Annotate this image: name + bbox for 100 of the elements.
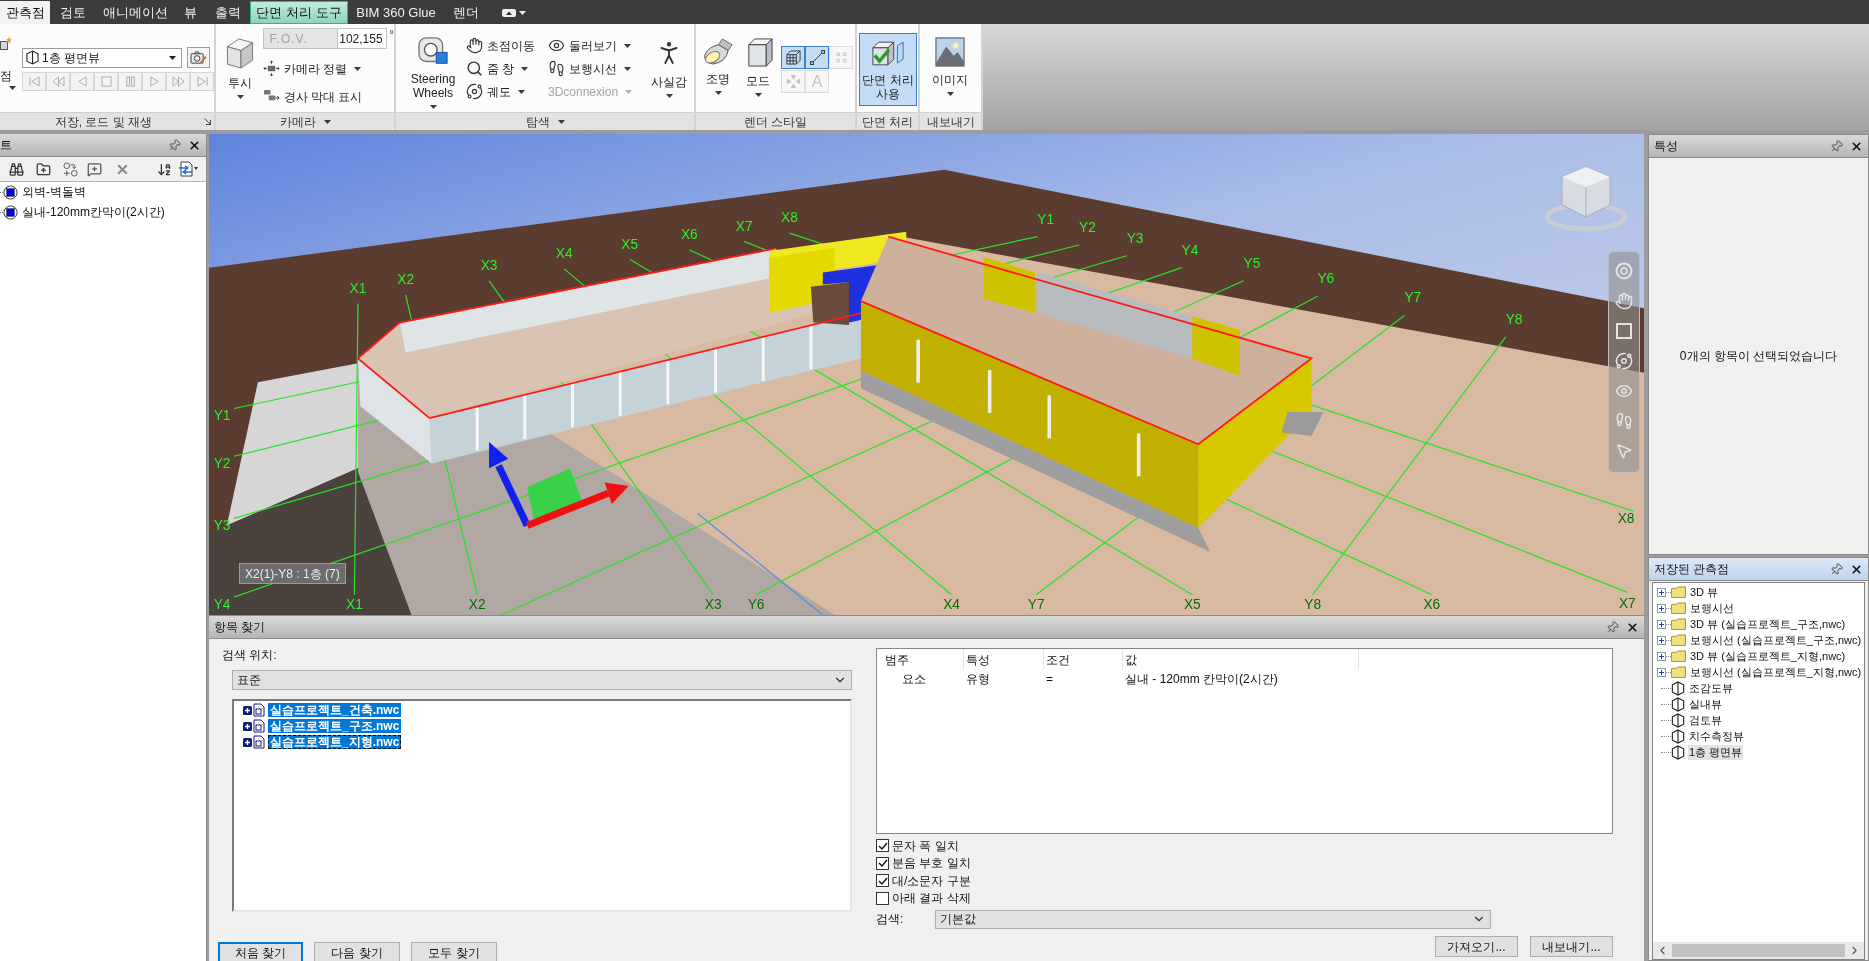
projection-button[interactable]: 투시 — [222, 26, 259, 110]
close-icon[interactable] — [1850, 562, 1863, 576]
search-dropdown[interactable]: 기본값 — [935, 909, 1491, 929]
scrollbar-thumb[interactable] — [1672, 944, 1845, 957]
viewpoint-dropdown[interactable]: 1층 평면뷰 — [22, 47, 182, 68]
viewpoint-label[interactable]: 치수측정뷰 — [1688, 728, 1745, 744]
find-first-button[interactable]: 처음 찾기 — [218, 942, 303, 961]
grid-label: X3 — [704, 597, 722, 613]
navigation-tool[interactable]: 둘러보기 — [548, 34, 642, 57]
close-icon[interactable] — [1850, 139, 1863, 153]
navigation-tool[interactable]: 궤도 — [466, 80, 546, 103]
folder-label[interactable]: 3D 뷰 (실습프로젝트_구조,nwc) — [1689, 616, 1847, 632]
save-viewpoint-button[interactable]: 점 — [0, 26, 16, 110]
expand-plus-icon[interactable] — [1657, 651, 1666, 661]
ribbon-tab[interactable]: 출력 — [206, 1, 250, 24]
folder-label[interactable]: 3D 뷰 — [1689, 584, 1720, 600]
ribbon-tab[interactable]: BIM 360 Glue — [348, 1, 444, 24]
expand-plus-icon[interactable] — [1657, 667, 1666, 677]
wireframe-cube-icon — [785, 50, 801, 65]
enable-sectioning-button[interactable]: 단면 처리 사용 — [859, 33, 917, 106]
grid-label: X5 — [1183, 597, 1201, 613]
import-button[interactable]: 가져오기... — [1435, 936, 1518, 957]
ribbon-tab[interactable]: 애니메이션 — [96, 1, 174, 24]
caret-icon — [353, 66, 361, 71]
grid-label: Y2 — [1079, 219, 1096, 235]
grid-label: X8 — [1617, 511, 1635, 527]
grid-label: X4 — [943, 597, 960, 613]
navigation-tool[interactable]: 초점이동 — [466, 34, 546, 57]
viewpoint-label[interactable]: 검토뷰 — [1688, 712, 1723, 728]
checkbox[interactable] — [876, 839, 889, 853]
checkbox-label: 문자 폭 일치 — [892, 837, 959, 855]
realism-button[interactable]: 사실감 — [646, 26, 692, 110]
panel-title: 내보내기 — [926, 113, 975, 131]
find-all-button[interactable]: 모두 찾기 — [411, 942, 497, 961]
ribbon-tab[interactable]: 단면 처리 도구 — [250, 1, 348, 24]
orbit-icon[interactable] — [1615, 352, 1633, 370]
expand-plus-icon[interactable] — [1657, 619, 1666, 629]
search-in-dropdown[interactable]: 표준 — [232, 670, 852, 690]
folder-label[interactable]: 보행시선 — [1689, 600, 1735, 616]
column-header[interactable]: 조건 — [1044, 649, 1123, 670]
column-header[interactable]: 특성 — [964, 649, 1044, 670]
ribbon-tab[interactable]: 뷰 — [174, 1, 206, 24]
axis-gizmo[interactable] — [489, 441, 629, 529]
folder-label[interactable]: 보행시선 (실습프로젝트_구조,nwc) — [1689, 632, 1863, 648]
hand-icon[interactable] — [1615, 292, 1633, 310]
viewpoint-label[interactable]: 1층 평면뷰 — [1688, 744, 1744, 760]
export-button[interactable]: 내보내기... — [1530, 936, 1613, 957]
checkbox[interactable] — [876, 891, 889, 905]
close-icon[interactable] — [188, 138, 201, 152]
tree-item-label[interactable]: 실습프로젝트_지형.nwc — [268, 735, 402, 749]
viewpoint-label[interactable]: 실내뷰 — [1688, 696, 1723, 712]
horizontal-scrollbar[interactable] — [1653, 942, 1864, 959]
play-icon — [147, 76, 161, 87]
circles-arrow-icon[interactable] — [63, 161, 78, 177]
mode-button[interactable]: 모드 — [739, 26, 777, 110]
line-segment-icon — [809, 50, 825, 65]
lighting-button[interactable]: 조명 — [699, 26, 737, 110]
document-icon — [253, 703, 265, 717]
column-header[interactable]: 범주 — [877, 649, 964, 670]
navigation-tool[interactable]: 보행시선 — [548, 57, 642, 80]
folder-label[interactable]: 3D 뷰 (실습프로젝트_지형,nwc) — [1689, 648, 1847, 664]
cube-check-icon — [871, 40, 905, 67]
find-next-button[interactable]: 다음 찾기 — [314, 942, 400, 961]
ribbon-tab[interactable]: 검토 — [50, 1, 96, 24]
navigation-tool[interactable]: 줌 창 — [466, 57, 546, 80]
camera-align-tool[interactable]: 카메라 정렬 — [262, 57, 361, 80]
document-arrows-icon[interactable] — [178, 161, 198, 177]
tree-item-label[interactable]: 실습프로젝트_건축.nwc — [268, 703, 402, 717]
camera-edit-button[interactable] — [187, 47, 210, 68]
expand-plus-icon[interactable] — [1657, 603, 1666, 613]
checkbox-label: 아래 결과 삭제 — [892, 890, 971, 908]
folder-label[interactable]: 보행시선 (실습프로젝트_지형,nwc) — [1689, 664, 1863, 680]
steering-wheels-button[interactable]: Steering Wheels — [404, 26, 462, 110]
check-icon — [877, 858, 888, 869]
ribbon-tab[interactable]: 렌더 — [444, 1, 488, 24]
checkbox[interactable] — [876, 856, 889, 870]
set-item[interactable]: 실내-120mm칸막이(2시간) — [21, 203, 166, 221]
viewpoint-label[interactable]: 조감도뷰 — [1688, 680, 1734, 696]
binoculars-icon[interactable] — [9, 161, 24, 177]
folder-icon — [1671, 586, 1686, 598]
ribbon-tab[interactable]: 관측점 — [0, 1, 50, 24]
expand-plus-icon[interactable] — [1657, 635, 1666, 645]
set-item[interactable]: 외벽-벽돌벽 — [21, 183, 87, 201]
render-toggle-button[interactable] — [805, 46, 829, 69]
tilt-bar-tool[interactable]: 경사 막대 표시 — [262, 85, 363, 108]
image-export-button[interactable]: 이미지 — [925, 26, 975, 110]
checkbox[interactable] — [876, 874, 889, 888]
tree-item-label[interactable]: 실습프로젝트_구조.nwc — [268, 719, 402, 733]
fov-label: F.O.V. — [262, 28, 338, 49]
square-icon[interactable] — [1615, 322, 1633, 340]
close-icon[interactable] — [1626, 620, 1639, 634]
render-toggle-button[interactable] — [781, 46, 805, 69]
comment-plus-icon[interactable] — [87, 161, 102, 177]
column-header[interactable]: 값 — [1123, 649, 1359, 670]
document-icon — [253, 719, 265, 733]
expand-plus-icon[interactable] — [1657, 587, 1666, 597]
launcher-arrow-icon[interactable] — [204, 118, 211, 125]
folder-plus-icon[interactable] — [36, 161, 51, 177]
sort-az-icon[interactable] — [157, 161, 172, 177]
grid-label: X4 — [555, 246, 573, 262]
